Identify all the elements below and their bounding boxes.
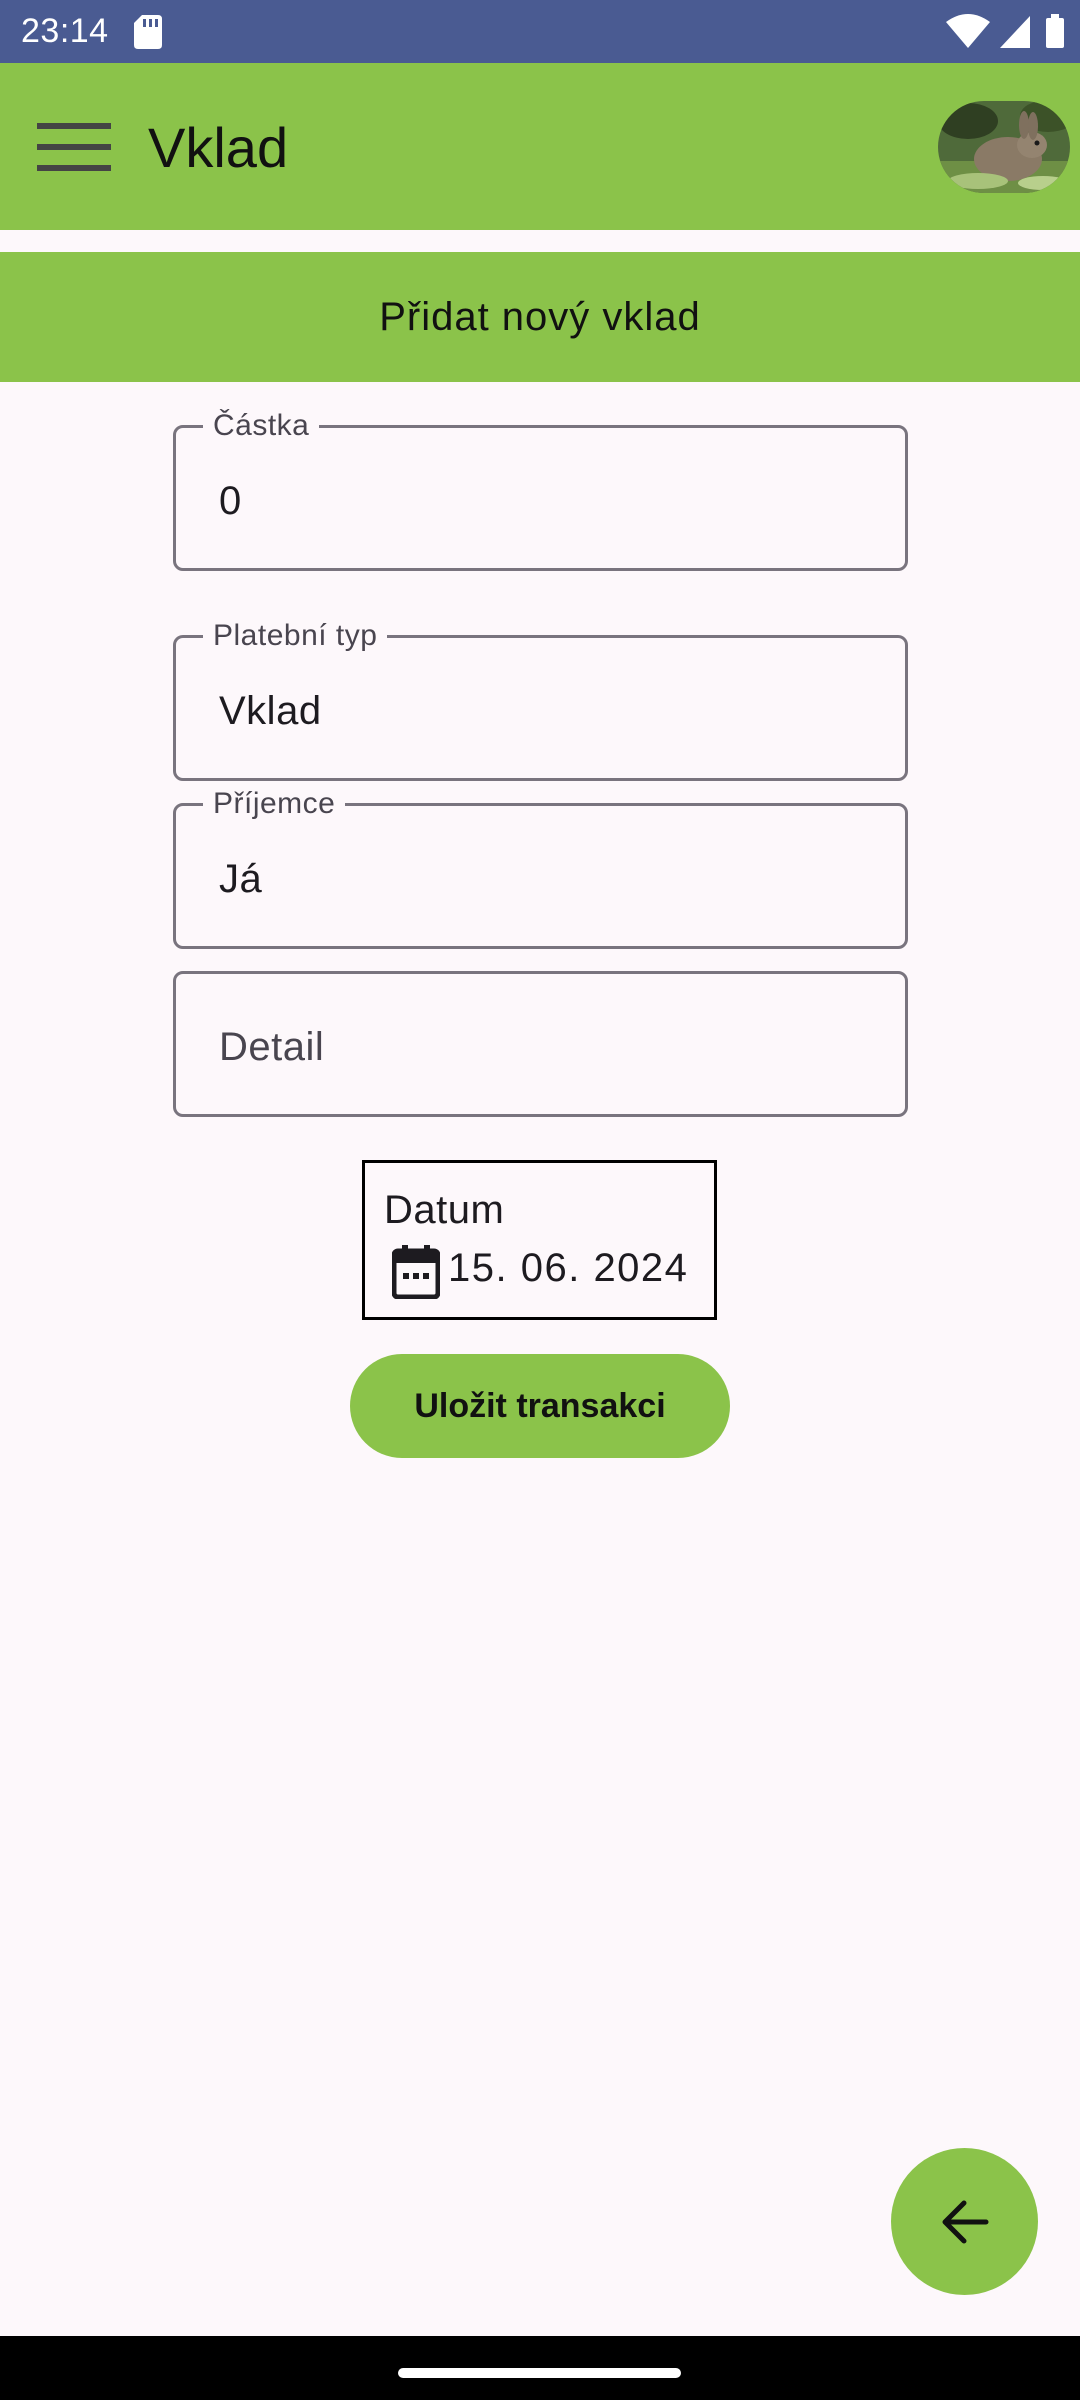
- back-fab[interactable]: [891, 2148, 1038, 2295]
- payment-type-input[interactable]: [219, 686, 859, 736]
- battery-icon: [1046, 14, 1064, 48]
- recipient-label: Příjemce: [203, 784, 346, 824]
- wifi-icon: [946, 14, 990, 48]
- amount-field[interactable]: Částka: [173, 406, 908, 571]
- sd-card-icon: [134, 15, 162, 54]
- status-bar: 23:14: [0, 0, 1080, 63]
- avatar[interactable]: [938, 101, 1070, 193]
- hamburger-menu-icon: [37, 123, 111, 171]
- date-picker[interactable]: Datum 15. 06. 2024: [362, 1160, 717, 1320]
- date-value: 15. 06. 2024: [448, 1246, 689, 1290]
- form-header-banner: Přidat nový vklad: [0, 252, 1080, 382]
- system-nav-bar: [0, 2336, 1080, 2400]
- status-icons: [946, 14, 1064, 48]
- status-time: 23:14: [21, 12, 109, 50]
- detail-field[interactable]: Detail: [173, 971, 908, 1117]
- amount-input[interactable]: [219, 476, 859, 526]
- recipient-field[interactable]: Příjemce: [173, 784, 908, 949]
- menu-button[interactable]: [22, 103, 126, 191]
- payment-type-field[interactable]: Platební typ: [173, 616, 908, 781]
- amount-label: Částka: [203, 406, 320, 446]
- recipient-input[interactable]: [219, 854, 859, 904]
- save-transaction-button[interactable]: Uložit transakci: [350, 1354, 730, 1458]
- home-gesture-handle[interactable]: [398, 2368, 681, 2378]
- signal-icon: [1000, 16, 1030, 48]
- date-label: Datum: [384, 1188, 505, 1232]
- calendar-icon: [392, 1245, 440, 1299]
- arrow-back-icon: [942, 2200, 988, 2243]
- payment-type-label: Platební typ: [203, 616, 388, 656]
- app-bar: Vklad: [0, 63, 1080, 230]
- detail-placeholder: Detail: [219, 1025, 325, 1069]
- page-title: Vklad: [148, 116, 289, 179]
